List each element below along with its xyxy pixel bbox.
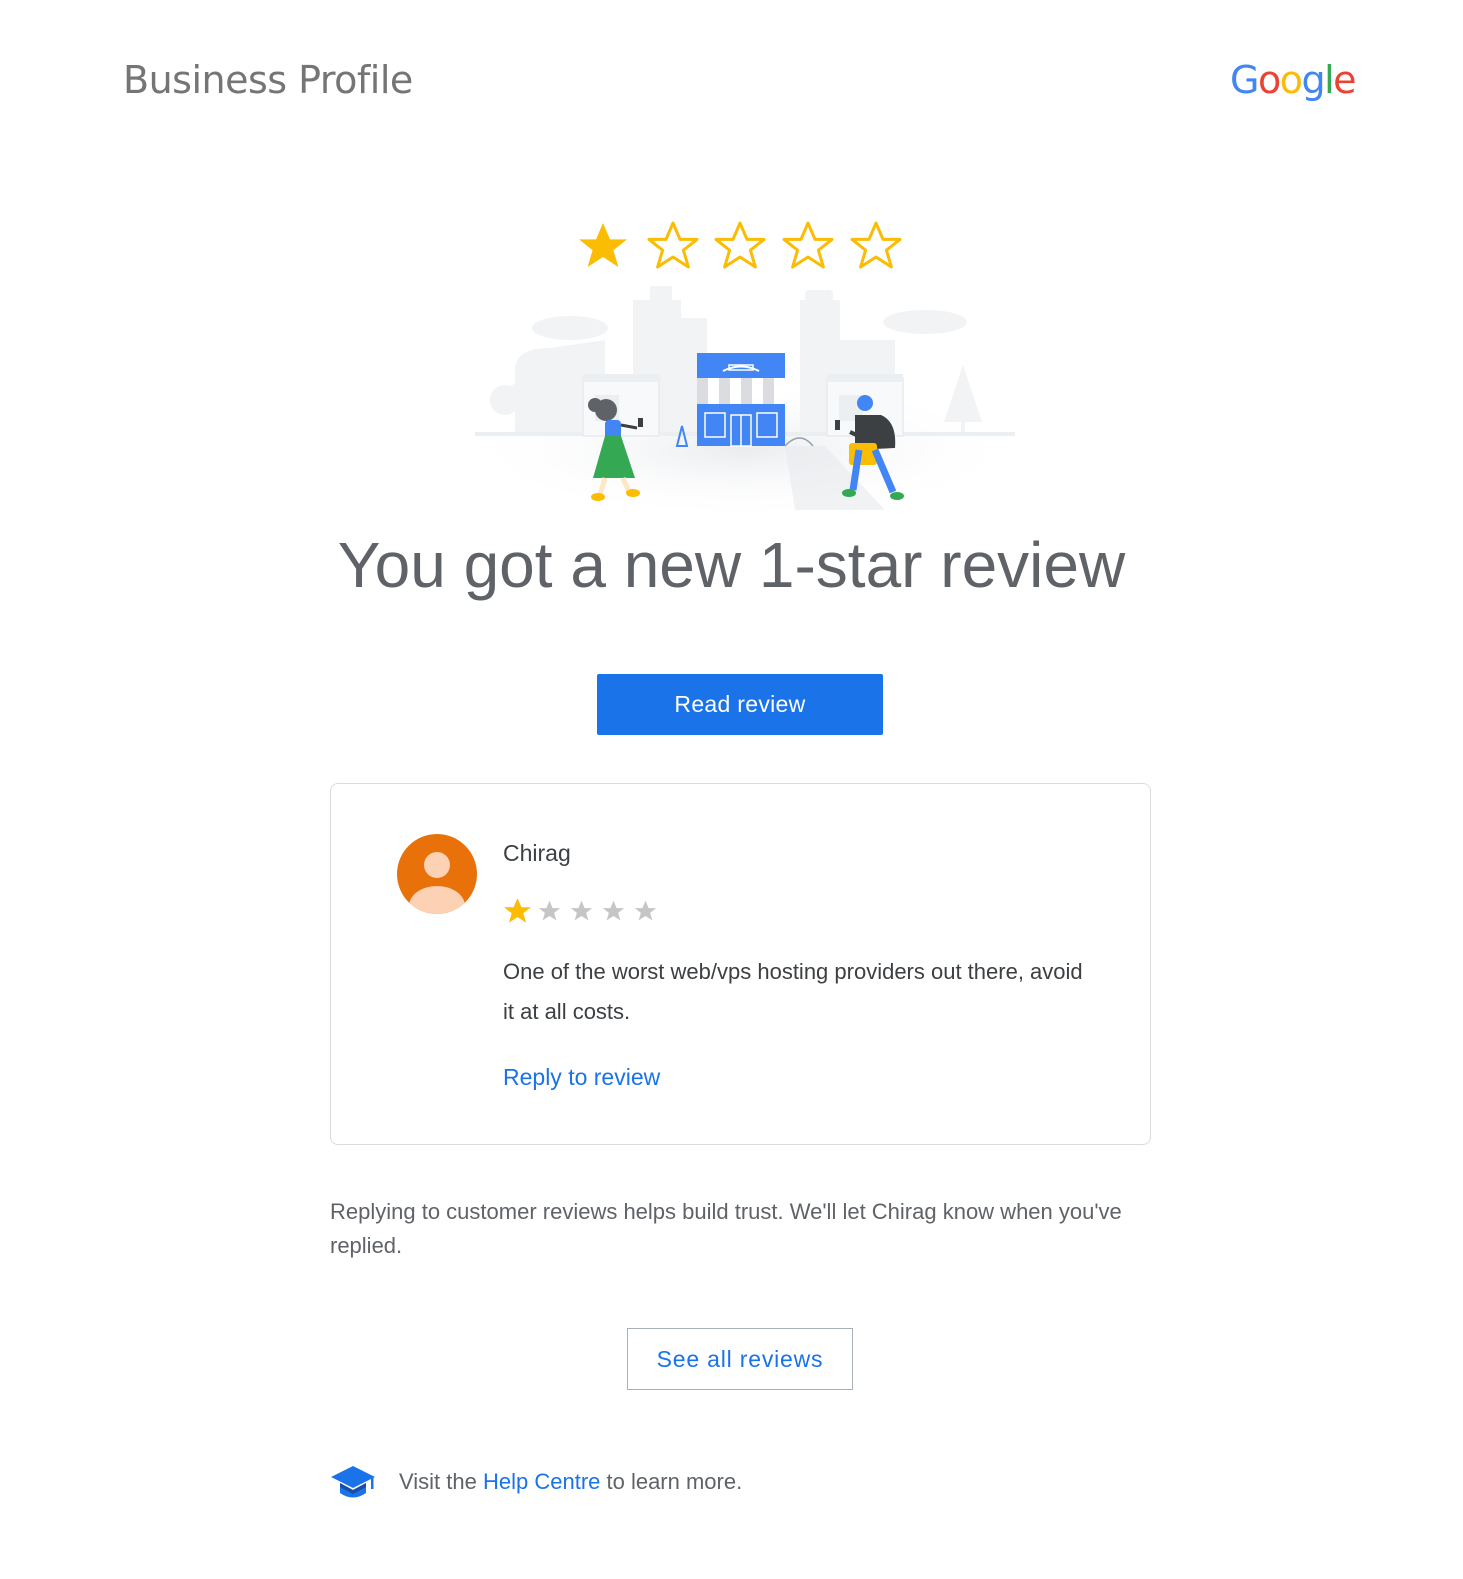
- reply-info-text: Replying to customer reviews helps build…: [330, 1199, 1122, 1258]
- star-outline-icon: [714, 221, 766, 269]
- google-logo-letter: l: [1324, 58, 1335, 102]
- review-card: Chirag One of the worst web/vps hosting …: [330, 783, 1151, 1145]
- star-empty-icon: [634, 900, 657, 921]
- google-logo-letter: o: [1279, 58, 1303, 102]
- help-text-prefix: Visit the: [399, 1469, 483, 1494]
- star-outline-icon: [647, 221, 699, 269]
- review-text: One of the worst web/vps hosting provide…: [503, 959, 1083, 1024]
- google-logo-letter: G: [1230, 58, 1259, 102]
- page-title: You got a new 1-star review: [337, 529, 1126, 601]
- business-profile-title: Business Profile: [123, 58, 413, 102]
- star-empty-icon: [570, 900, 593, 921]
- help-centre-text: Visit the Help Centre to learn more.: [399, 1469, 742, 1495]
- graduation-cap-icon: [331, 1466, 375, 1498]
- rating-stars: [579, 221, 902, 269]
- star-filled-icon: [579, 223, 627, 267]
- star-outline-icon: [850, 221, 902, 269]
- help-centre-link[interactable]: Help Centre: [483, 1469, 600, 1494]
- star-filled-icon: [504, 898, 531, 923]
- read-review-button[interactable]: Read review: [597, 674, 883, 735]
- google-logo-letter: g: [1301, 58, 1325, 102]
- star-empty-icon: [602, 900, 625, 921]
- google-logo: Google: [1230, 58, 1357, 102]
- see-all-reviews-button[interactable]: See all reviews: [627, 1328, 853, 1390]
- google-logo-letter: e: [1333, 58, 1356, 102]
- star-outline-icon: [782, 221, 834, 269]
- star-empty-icon: [538, 900, 561, 921]
- reply-to-review-link[interactable]: Reply to review: [503, 1064, 660, 1091]
- hero-illustration: [457, 221, 1027, 520]
- help-text-suffix: to learn more.: [600, 1469, 743, 1494]
- google-logo-letter: o: [1257, 58, 1281, 102]
- reviewer-name: Chirag: [503, 840, 571, 866]
- person-avatar-icon: [397, 834, 477, 914]
- review-rating: [503, 897, 660, 926]
- help-footer: Visit the Help Centre to learn more.: [330, 1462, 742, 1502]
